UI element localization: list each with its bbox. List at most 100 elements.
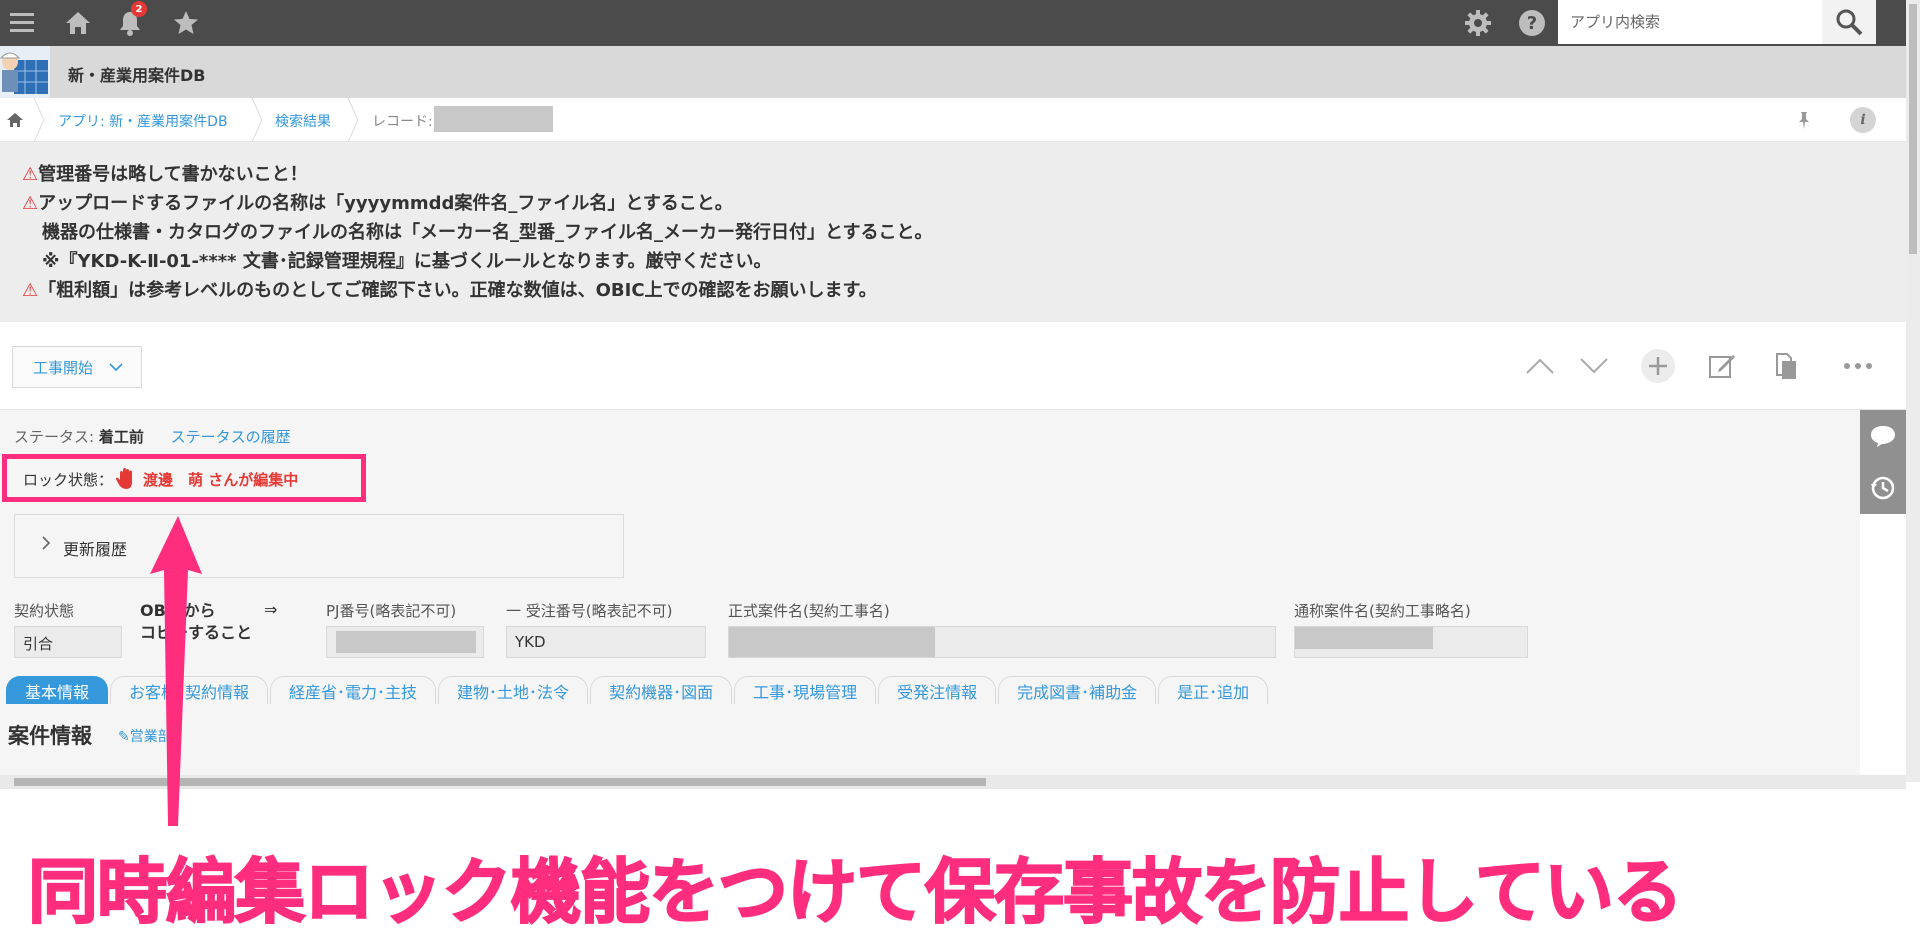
prev-record-button[interactable]: [1518, 344, 1562, 388]
notice-text: ※『YKD-K-Ⅱ-01-**** 文書･記録管理規程』に基づくルールとなります…: [42, 251, 772, 272]
breadcrumb-home-icon[interactable]: [6, 111, 24, 129]
more-options-button[interactable]: [1836, 344, 1880, 388]
process-action-label: 工事開始: [33, 358, 94, 377]
search-button[interactable]: [1822, 0, 1876, 44]
lock-status: ロック状態： 渡邊 萌 さんが編集中: [23, 467, 298, 491]
obic-note-line: OBICから: [140, 601, 216, 620]
tab-customer-contract[interactable]: お客様･契約情報: [110, 676, 269, 704]
update-history-label: 更新履歴: [63, 540, 128, 559]
arrow-symbol: ⇒: [264, 600, 278, 619]
official-name-label: 正式案件名(契約工事名): [728, 602, 890, 620]
annotation-caption: 同時編集ロック機能をつけて保存事故を防止している: [27, 850, 1684, 934]
notice-text: 「粗利額」は参考レベルのものとしてご確認下さい。正確な数値は、OBIC上での確認…: [38, 280, 877, 301]
record-action-bar: 工事開始: [0, 322, 1906, 410]
breadcrumb-app-link[interactable]: アプリ: 新・産業用案件DB: [58, 111, 228, 131]
notice-line: ※『YKD-K-Ⅱ-01-**** 文書･記録管理規程』に基づくルールとなります…: [22, 247, 1906, 276]
app-search-input[interactable]: [1558, 0, 1822, 44]
status-line: ステータス: 着工前 ステータスの履歴: [14, 426, 291, 447]
app-header: 新・産業用案件DB: [0, 46, 1906, 98]
svg-text:?: ?: [1527, 13, 1537, 34]
notice-line: ⚠「粗利額」は参考レベルのものとしてご確認下さい。正確な数値は、OBIC上での確…: [22, 276, 1906, 305]
chevron-up-icon: [1526, 358, 1554, 374]
horizontal-scrollbar[interactable]: [0, 775, 1906, 789]
side-panel-toggle: [1860, 410, 1906, 514]
update-history-panel[interactable]: 更新履歴: [14, 514, 624, 578]
gear-icon[interactable]: [1462, 7, 1494, 39]
process-action-dropdown[interactable]: 工事開始: [12, 346, 142, 388]
warning-icon: ⚠: [22, 280, 39, 301]
chevron-down-icon: [1580, 358, 1608, 374]
comment-icon: [1871, 426, 1895, 447]
tab-meti-power[interactable]: 経産省･電力･主技: [270, 676, 437, 704]
tab-contract-equipment[interactable]: 契約機器･図面: [590, 676, 733, 704]
lock-status-label: ロック状態：: [23, 470, 114, 489]
vertical-scrollbar[interactable]: [1906, 0, 1920, 782]
pencil-icon: [1709, 355, 1735, 378]
contract-state-label: 契約状態: [14, 602, 75, 620]
chevron-right-icon: [41, 535, 51, 554]
notice-line: ⚠管理番号は略して書かないこと！: [22, 160, 1906, 189]
home-icon[interactable]: [62, 7, 94, 39]
status-value: 着工前: [98, 428, 144, 446]
tab-basic-info[interactable]: 基本情報: [6, 676, 109, 704]
add-record-button[interactable]: [1636, 344, 1680, 388]
contract-state-value: 引合: [14, 626, 122, 658]
official-name-value: [728, 626, 1276, 658]
tab-construction-site[interactable]: 工事･現場管理: [734, 676, 877, 704]
notice-text: 管理番号は略して書かないこと！: [38, 164, 308, 185]
order-number-value: YKD: [506, 626, 706, 658]
breadcrumb: アプリ: 新・産業用案件DB 検索結果 レコード: i: [0, 98, 1906, 142]
redacted-record-id: [434, 106, 553, 132]
record-detail: ステータス: 着工前 ステータスの履歴 ロック状態： 渡邊 萌 さんが編集中 更…: [0, 410, 1906, 789]
record-tabs: 基本情報 お客様･契約情報 経産省･電力･主技 建物･土地･法令 契約機器･図面…: [6, 676, 1270, 706]
breadcrumb-separator-icon: [33, 98, 45, 142]
redacted-value: [336, 631, 476, 653]
warning-icon: ⚠: [22, 164, 39, 185]
edit-record-button[interactable]: [1700, 344, 1744, 388]
info-icon[interactable]: i: [1850, 107, 1876, 133]
comment-button[interactable]: [1860, 410, 1906, 462]
search-icon: [1836, 9, 1863, 36]
notice-line: 機器の仕様書・カタログのファイルの名称は「メーカー名_型番_ファイル名_メーカー…: [22, 218, 1906, 247]
notice-text: 機器の仕様書・カタログのファイルの名称は「メーカー名_型番_ファイル名_メーカー…: [42, 222, 933, 243]
breadcrumb-separator-icon: [347, 98, 359, 142]
breadcrumb-search-results[interactable]: 検索結果: [275, 111, 331, 131]
pj-number-value: [326, 626, 484, 658]
breadcrumb-separator-icon: [251, 98, 263, 142]
breadcrumb-record-label: レコード:: [372, 114, 433, 130]
status-history-link[interactable]: ステータスの履歴: [171, 428, 291, 446]
pin-icon[interactable]: [1794, 110, 1814, 130]
help-icon[interactable]: ?: [1516, 7, 1548, 39]
warning-icon: ⚠: [22, 193, 39, 214]
app-title: 新・産業用案件DB: [68, 66, 206, 85]
next-record-button[interactable]: [1572, 344, 1616, 388]
redacted-value: [1295, 627, 1433, 649]
history-button[interactable]: [1860, 462, 1906, 514]
ellipsis-icon: [1844, 363, 1872, 369]
duplicate-record-button[interactable]: [1764, 344, 1808, 388]
scrollbar-thumb[interactable]: [1909, 4, 1917, 254]
app-icon: [0, 46, 50, 98]
history-icon: [1871, 476, 1895, 500]
notice-text: アップロードするファイルの名称は「yyyymmdd案件名_ファイル名」とすること…: [38, 193, 733, 214]
redacted-value: [729, 627, 935, 657]
lock-editor-name: 渡邊 萌 さんが編集中: [143, 470, 299, 489]
tab-completion-docs[interactable]: 完成図書･補助金: [998, 676, 1157, 704]
chevron-down-icon: [109, 363, 123, 372]
tab-corrections[interactable]: 是正･追加: [1158, 676, 1269, 704]
order-number-label: 一 受注番号(略表記不可): [506, 602, 673, 620]
common-name-label: 通称案件名(契約工事略名): [1294, 602, 1471, 620]
tab-building-land[interactable]: 建物･土地･法令: [438, 676, 589, 704]
scrollbar-thumb[interactable]: [14, 778, 986, 786]
tab-order-info[interactable]: 受発注情報: [878, 676, 997, 704]
global-header: 2 ?: [0, 0, 1906, 46]
star-icon[interactable]: [170, 7, 202, 39]
copy-icon: [1776, 353, 1796, 379]
pj-number-label: PJ番号(略表記不可): [326, 602, 457, 620]
lock-status-highlight: ロック状態： 渡邊 萌 さんが編集中: [2, 454, 366, 502]
section-sales-link[interactable]: ✎営業部: [118, 726, 172, 746]
menu-icon[interactable]: [6, 7, 38, 39]
notification-badge: 2: [131, 1, 147, 17]
section-title: 案件情報: [8, 724, 92, 748]
plus-icon: [1641, 349, 1675, 383]
